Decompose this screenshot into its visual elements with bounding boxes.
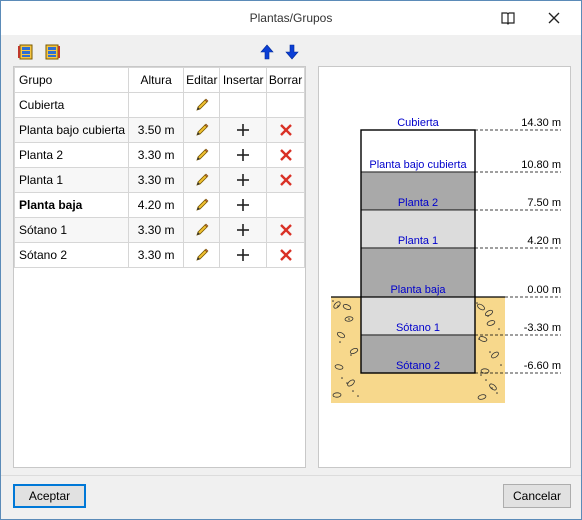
table-row[interactable]: Planta 2 3.30 m bbox=[14, 142, 305, 168]
insert-plus-icon[interactable] bbox=[219, 142, 268, 168]
accept-button[interactable]: Aceptar bbox=[13, 484, 86, 508]
table-row[interactable]: Cubierta bbox=[14, 92, 305, 118]
table-header-row: Grupo Altura Editar Insertar Borrar bbox=[14, 67, 305, 93]
row-group-name[interactable]: Sótano 1 bbox=[14, 217, 129, 243]
delete-x-icon[interactable] bbox=[266, 192, 305, 218]
soil-dot bbox=[480, 374, 482, 376]
floor-label: Planta baja bbox=[390, 284, 446, 296]
floor-label: Planta 2 bbox=[398, 197, 438, 209]
header-borrar[interactable]: Borrar bbox=[266, 67, 305, 93]
floor-label: Cubierta bbox=[397, 117, 439, 129]
building-section-diagram: Cubierta 14.30 m Planta bajo cubierta 10.80… bbox=[331, 117, 561, 403]
row-height[interactable] bbox=[127, 92, 185, 118]
group-icon-1[interactable] bbox=[18, 44, 34, 60]
arrow-down-icon[interactable] bbox=[284, 44, 300, 60]
delete-x-icon[interactable] bbox=[266, 217, 305, 243]
header-editar[interactable]: Editar bbox=[183, 67, 221, 93]
edit-pencil-icon[interactable] bbox=[183, 117, 221, 143]
floor-label: Sótano 1 bbox=[396, 322, 440, 334]
soil-dot bbox=[500, 364, 502, 366]
table-row[interactable]: Sótano 1 3.30 m bbox=[14, 217, 305, 243]
soil-dot bbox=[476, 302, 478, 304]
floor-label: Planta 1 bbox=[398, 235, 438, 247]
dialog-window: Plantas/Grupos Grupo Altura Editar Inser… bbox=[0, 0, 582, 520]
help-book-icon[interactable] bbox=[486, 3, 530, 33]
row-group-name[interactable]: Sótano 2 bbox=[14, 242, 129, 268]
level-value: 14.30 m bbox=[521, 117, 561, 129]
soil-dot bbox=[337, 305, 339, 307]
soil-dot bbox=[489, 351, 491, 353]
header-insertar[interactable]: Insertar bbox=[219, 67, 268, 93]
level-value: -6.60 m bbox=[524, 360, 561, 372]
level-value: 0.00 m bbox=[527, 284, 561, 296]
insert-plus-icon[interactable] bbox=[219, 242, 268, 268]
row-group-name[interactable]: Planta 2 bbox=[14, 142, 129, 168]
level-value: -3.30 m bbox=[524, 322, 561, 334]
row-group-name[interactable]: Planta 1 bbox=[14, 167, 129, 193]
edit-pencil-icon[interactable] bbox=[183, 92, 221, 118]
row-height[interactable]: 3.30 m bbox=[127, 217, 185, 243]
row-height[interactable]: 3.30 m bbox=[127, 167, 185, 193]
delete-x-icon[interactable] bbox=[266, 242, 305, 268]
delete-x-icon[interactable] bbox=[266, 117, 305, 143]
edit-pencil-icon[interactable] bbox=[183, 142, 221, 168]
groups-table: Grupo Altura Editar Insertar Borrar Cubi… bbox=[14, 67, 305, 268]
floor-label: Planta bajo cubierta bbox=[369, 159, 467, 171]
soil-dot bbox=[478, 338, 480, 340]
row-height[interactable]: 4.20 m bbox=[127, 192, 185, 218]
cancel-button[interactable]: Cancelar bbox=[503, 484, 571, 508]
header-altura[interactable]: Altura bbox=[127, 67, 185, 93]
insert-plus-icon[interactable] bbox=[219, 217, 268, 243]
row-height[interactable]: 3.50 m bbox=[127, 117, 185, 143]
floor-label: Sótano 2 bbox=[396, 360, 440, 372]
soil-dot bbox=[341, 377, 343, 379]
soil-dot bbox=[485, 379, 487, 381]
delete-x-icon[interactable] bbox=[266, 167, 305, 193]
row-group-name[interactable]: Cubierta bbox=[14, 92, 129, 118]
soil-dot bbox=[496, 392, 498, 394]
delete-x-icon[interactable] bbox=[266, 92, 305, 118]
building-diagram-panel: Cubierta 14.30 m Planta bajo cubierta 10.80… bbox=[318, 66, 571, 468]
arrow-up-icon[interactable] bbox=[259, 44, 275, 60]
row-height[interactable]: 3.30 m bbox=[127, 142, 185, 168]
level-value: 7.50 m bbox=[527, 197, 561, 209]
insert-plus-icon[interactable] bbox=[219, 192, 268, 218]
header-grupo[interactable]: Grupo bbox=[14, 67, 129, 93]
table-row[interactable]: Planta 1 3.30 m bbox=[14, 167, 305, 193]
soil-dot bbox=[357, 395, 359, 397]
footer-divider bbox=[1, 475, 581, 476]
edit-pencil-icon[interactable] bbox=[183, 167, 221, 193]
edit-pencil-icon[interactable] bbox=[183, 192, 221, 218]
level-value: 10.80 m bbox=[521, 159, 561, 171]
soil-dot bbox=[339, 341, 341, 343]
table-row[interactable]: Planta baja 4.20 m bbox=[14, 192, 305, 218]
soil-dot bbox=[498, 328, 500, 330]
soil-dot bbox=[346, 382, 348, 384]
group-icon-2[interactable] bbox=[44, 44, 60, 60]
edit-pencil-icon[interactable] bbox=[183, 217, 221, 243]
delete-x-icon[interactable] bbox=[266, 142, 305, 168]
level-value: 4.20 m bbox=[527, 235, 561, 247]
table-row[interactable]: Planta bajo cubierta 3.50 m bbox=[14, 117, 305, 143]
soil-dot bbox=[332, 300, 334, 302]
table-row[interactable]: Sótano 2 3.30 m bbox=[14, 242, 305, 268]
title-bar: Plantas/Grupos bbox=[1, 1, 581, 35]
insert-plus-icon[interactable] bbox=[219, 117, 268, 143]
groups-table-panel: Grupo Altura Editar Insertar Borrar Cubi… bbox=[13, 66, 306, 468]
soil-dot bbox=[491, 387, 493, 389]
soil-dot bbox=[348, 318, 350, 320]
row-height[interactable]: 3.30 m bbox=[127, 242, 185, 268]
insert-plus-icon[interactable] bbox=[219, 92, 268, 118]
row-group-name[interactable]: Planta baja bbox=[14, 192, 129, 218]
row-group-name[interactable]: Planta bajo cubierta bbox=[14, 117, 129, 143]
soil-dot bbox=[350, 354, 352, 356]
soil-dot bbox=[487, 315, 489, 317]
close-icon[interactable] bbox=[531, 3, 577, 33]
insert-plus-icon[interactable] bbox=[219, 167, 268, 193]
edit-pencil-icon[interactable] bbox=[183, 242, 221, 268]
soil-dot bbox=[352, 390, 354, 392]
